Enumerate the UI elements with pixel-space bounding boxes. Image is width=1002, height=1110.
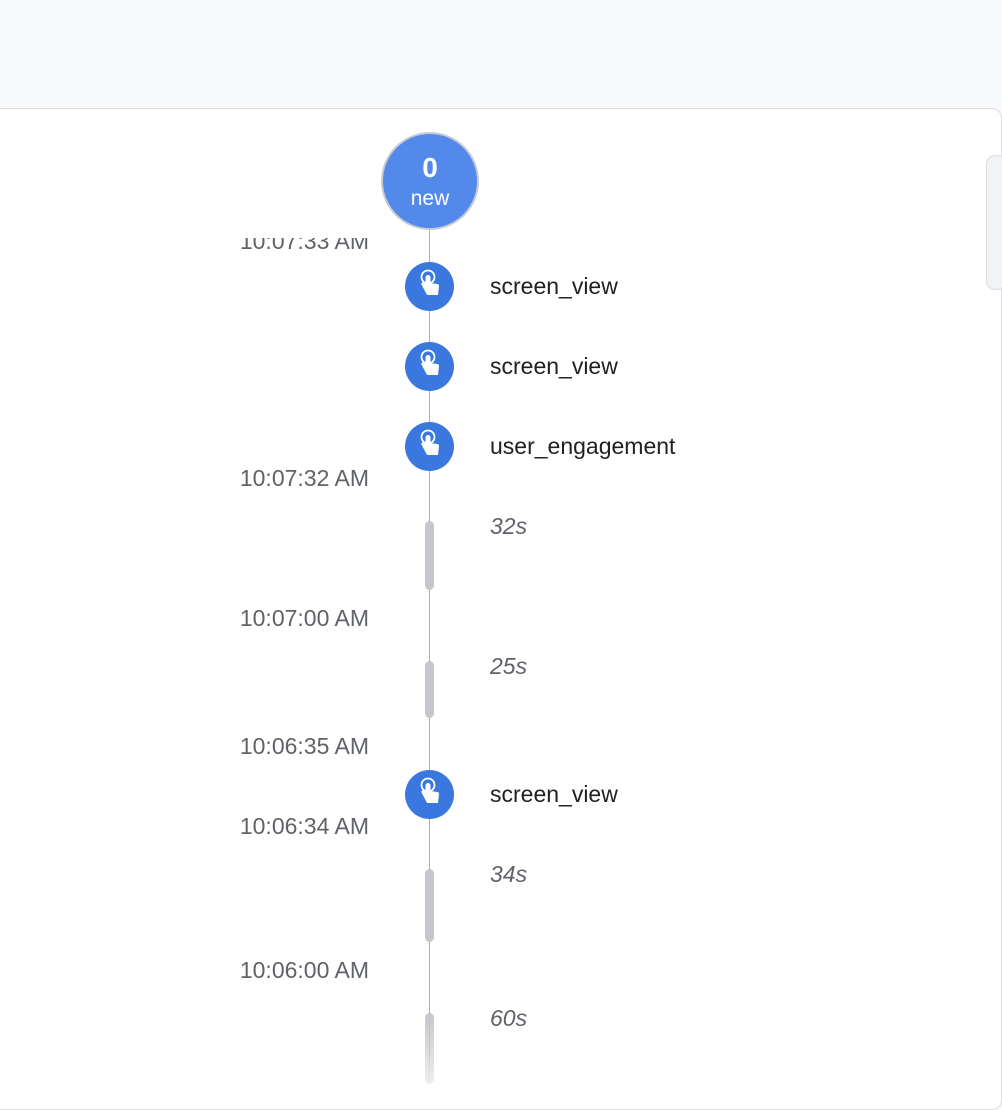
timestamp: 10:06:34 AM (239, 813, 369, 839)
time-gap-label: 60s (490, 1005, 528, 1031)
time-gap-bar (425, 869, 434, 942)
timestamp: 10:07:33 AM (239, 238, 369, 254)
event-name[interactable]: screen_view (490, 779, 618, 809)
time-gap-label: 34s (490, 861, 528, 887)
new-events-label: new (410, 187, 450, 210)
touch-icon (416, 269, 444, 304)
touch-icon (416, 777, 444, 812)
event-icon[interactable] (405, 262, 454, 311)
time-gap-bar (425, 521, 434, 590)
new-events-counter[interactable]: 0 new (381, 132, 479, 230)
event-name[interactable]: screen_view (490, 271, 618, 301)
timestamp: 10:06:35 AM (239, 733, 369, 759)
timestamp-clip: 10:07:33 AM (0, 238, 400, 260)
event-icon[interactable] (405, 770, 454, 819)
event-name[interactable]: screen_view (490, 351, 618, 381)
time-gap-label: 32s (490, 513, 528, 539)
timestamp: 10:07:00 AM (239, 605, 369, 631)
timestamp: 10:06:00 AM (239, 957, 369, 983)
time-gap-bar (425, 1013, 434, 1084)
event-icon[interactable] (405, 422, 454, 471)
time-gap-bar (425, 661, 434, 718)
time-gap-label: 25s (490, 653, 528, 679)
stream-content: 10:07:33 AM 0 new screen_view screen_vie… (0, 0, 1002, 1084)
touch-icon (416, 429, 444, 464)
event-name[interactable]: user_engagement (490, 431, 675, 461)
scrollbar-thumb[interactable] (986, 155, 1002, 290)
touch-icon (416, 349, 444, 384)
event-icon[interactable] (405, 342, 454, 391)
new-events-count: 0 (422, 152, 438, 183)
timestamp: 10:07:32 AM (239, 465, 369, 491)
